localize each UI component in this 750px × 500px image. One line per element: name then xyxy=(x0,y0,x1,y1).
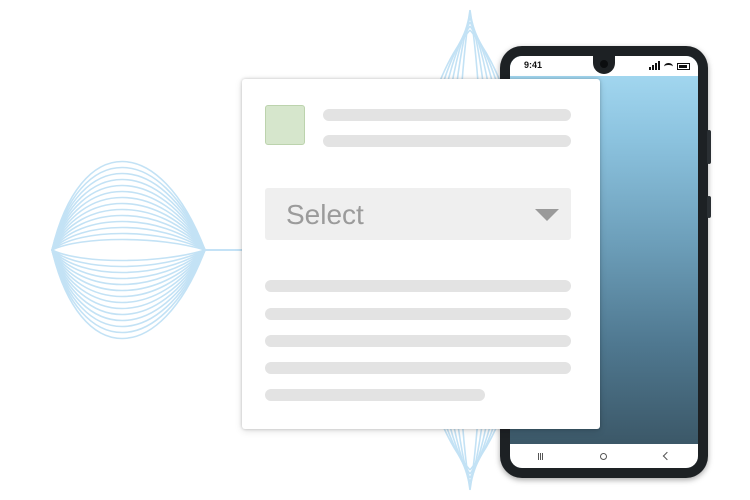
android-nav-bar xyxy=(510,444,698,468)
text-placeholder-line xyxy=(323,135,571,147)
illustration-stage: 9:41 Select xyxy=(0,0,750,500)
left-wave-bundle xyxy=(51,160,242,340)
select-dropdown[interactable]: Select xyxy=(265,188,571,240)
image-placeholder xyxy=(265,105,305,145)
status-time: 9:41 xyxy=(524,60,543,70)
text-placeholder-line xyxy=(265,389,485,401)
select-label: Select xyxy=(286,199,364,230)
volume-button xyxy=(707,130,711,164)
text-placeholder-line xyxy=(323,109,571,121)
status-bar: 9:41 xyxy=(510,56,698,76)
camera-notch xyxy=(593,56,615,74)
front-camera-icon xyxy=(600,60,608,68)
status-icons xyxy=(649,60,690,70)
chevron-down-icon xyxy=(535,209,559,221)
text-placeholder-line xyxy=(265,362,571,374)
text-placeholder-line xyxy=(265,335,571,347)
home-icon[interactable] xyxy=(599,452,607,460)
signal-icon xyxy=(649,61,660,70)
text-placeholder-line xyxy=(265,280,571,292)
form-card: Select xyxy=(242,79,600,429)
battery-icon xyxy=(677,63,690,70)
wifi-icon xyxy=(664,63,673,70)
recent-apps-icon[interactable] xyxy=(538,452,544,460)
text-placeholder-line xyxy=(265,308,571,320)
back-icon[interactable] xyxy=(662,451,671,461)
power-button xyxy=(707,196,711,218)
